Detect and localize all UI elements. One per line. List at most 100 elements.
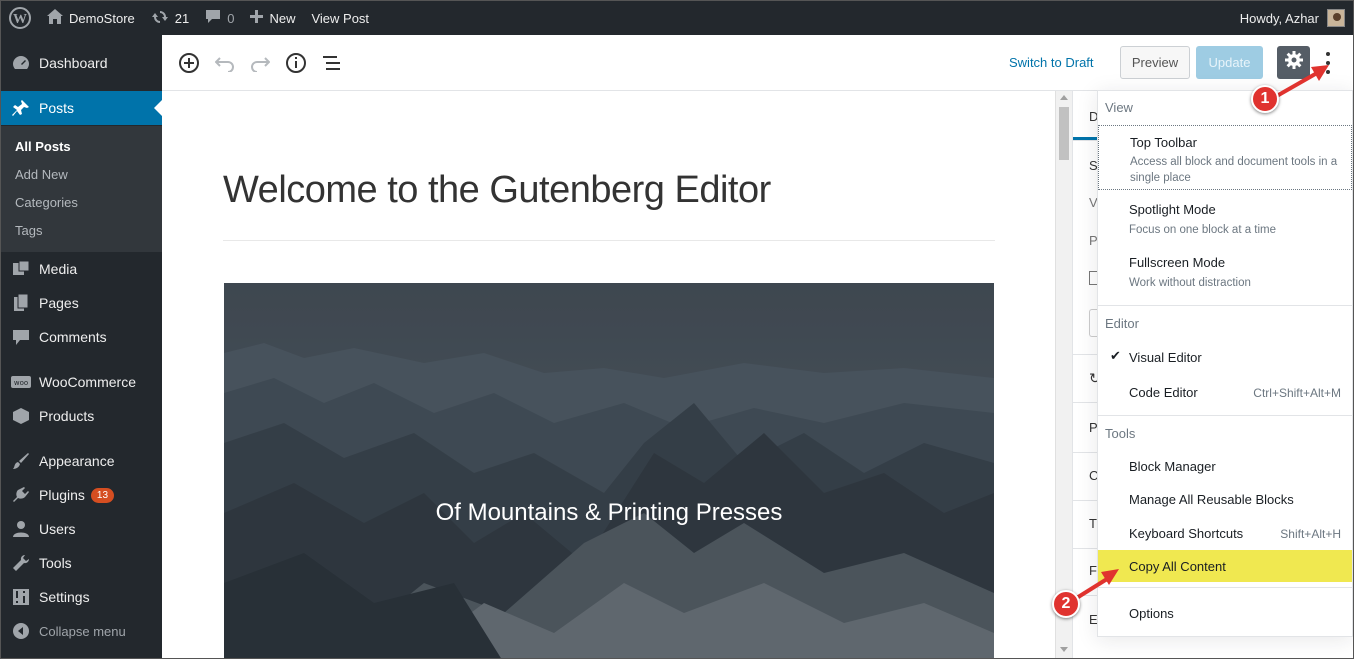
- code-editor-shortcut: Ctrl+Shift+Alt+M: [1253, 386, 1341, 400]
- comment-bubble-icon: [205, 9, 221, 27]
- menu-media[interactable]: Media: [1, 252, 162, 286]
- menu-label: Products: [39, 408, 95, 424]
- editor-canvas: Welcome to the Gutenberg Editor Of Mount…: [162, 91, 1055, 658]
- view-group-label: View: [1105, 100, 1133, 115]
- menu-pages[interactable]: Pages: [1, 286, 162, 320]
- settings-toggle-button[interactable]: [1277, 46, 1310, 79]
- admin-sidebar: Dashboard Posts All Posts Add New Catego…: [1, 35, 162, 658]
- editor-header: Switch to Draft Preview Update: [162, 35, 1353, 91]
- my-account[interactable]: Howdy, Azhar: [1240, 9, 1353, 27]
- keyboard-shortcuts-keys: Shift+Alt+H: [1280, 527, 1341, 541]
- reusable-blocks-label: Manage All Reusable Blocks: [1129, 492, 1294, 507]
- menu-item-spotlight-mode[interactable]: Spotlight Mode Focus on one block at a t…: [1098, 194, 1352, 244]
- preview-button[interactable]: Preview: [1120, 46, 1190, 79]
- svg-text:W: W: [13, 12, 27, 27]
- menu-item-block-manager[interactable]: Block Manager: [1098, 453, 1352, 483]
- menu-products[interactable]: Products: [1, 399, 162, 433]
- menu-appearance[interactable]: Appearance: [1, 444, 162, 478]
- visual-editor-label: Visual Editor: [1129, 350, 1202, 365]
- menu-divider: [1098, 415, 1352, 416]
- menu-label: Comments: [39, 329, 107, 345]
- brush-icon: [11, 451, 31, 471]
- menu-item-copy-all-content[interactable]: Copy All Content: [1098, 550, 1352, 582]
- redo-icon[interactable]: [248, 51, 272, 75]
- menu-label: Pages: [39, 295, 79, 311]
- wrench-icon: [11, 553, 31, 573]
- comments-link[interactable]: 0: [197, 1, 242, 35]
- menu-item-keyboard-shortcuts[interactable]: Keyboard Shortcuts Shift+Alt+H: [1098, 519, 1352, 549]
- block-manager-label: Block Manager: [1129, 459, 1216, 474]
- menu-label: Dashboard: [39, 55, 108, 71]
- copy-all-content-label: Copy All Content: [1129, 559, 1226, 574]
- update-button[interactable]: Update: [1196, 46, 1263, 79]
- menu-label: Settings: [39, 589, 90, 605]
- switch-to-draft-link[interactable]: Switch to Draft: [1009, 55, 1094, 70]
- menu-divider: [1098, 305, 1352, 306]
- updates-link[interactable]: 21: [143, 1, 197, 35]
- top-toolbar-title: Top Toolbar: [1130, 135, 1197, 150]
- updates-count: 21: [174, 10, 190, 26]
- menu-label: Media: [39, 261, 78, 277]
- checkmark-icon: ✔: [1110, 348, 1121, 363]
- menu-label: Plugins: [39, 487, 85, 503]
- menu-item-top-toolbar[interactable]: Top Toolbar Access all block and documen…: [1098, 125, 1352, 190]
- submenu-all-posts[interactable]: All Posts: [15, 139, 71, 154]
- menu-item-visual-editor[interactable]: ✔ Visual Editor: [1098, 343, 1352, 373]
- scroll-down-arrow-icon[interactable]: [1060, 647, 1068, 652]
- panel-tags-heading[interactable]: T: [1089, 516, 1097, 531]
- view-post-link[interactable]: View Post: [303, 1, 377, 35]
- menu-woocommerce[interactable]: woo WooCommerce: [1, 365, 162, 399]
- more-tools-dropdown: View Top Toolbar Access all block and do…: [1097, 90, 1353, 637]
- mountain-image: [224, 283, 994, 658]
- callout-badge-2: 2: [1052, 590, 1080, 618]
- cover-text[interactable]: Of Mountains & Printing Presses: [224, 499, 994, 527]
- posts-submenu: All Posts Add New Categories Tags: [1, 126, 162, 252]
- plugins-update-badge: 13: [90, 487, 115, 503]
- menu-item-reusable-blocks[interactable]: Manage All Reusable Blocks: [1098, 486, 1352, 516]
- submenu-add-new[interactable]: Add New: [15, 167, 68, 182]
- cover-block[interactable]: Of Mountains & Printing Presses: [224, 283, 994, 658]
- wordpress-logo-icon[interactable]: W: [1, 1, 39, 35]
- collapse-menu-button[interactable]: Collapse menu: [1, 614, 162, 648]
- submenu-tags[interactable]: Tags: [15, 223, 42, 238]
- plugin-icon: [11, 485, 31, 505]
- home-icon: [47, 9, 63, 27]
- fullscreen-description: Work without distraction: [1129, 277, 1251, 289]
- tools-group-label: Tools: [1105, 426, 1136, 441]
- add-block-icon[interactable]: [177, 51, 201, 75]
- collapse-arrow-icon: [11, 621, 31, 641]
- menu-comments[interactable]: Comments: [1, 320, 162, 354]
- code-editor-label: Code Editor: [1129, 385, 1198, 400]
- submenu-categories[interactable]: Categories: [15, 195, 78, 210]
- panel-featured-image-heading[interactable]: F: [1089, 563, 1097, 578]
- avatar: [1327, 9, 1345, 27]
- site-name-label: DemoStore: [69, 10, 135, 26]
- menu-dashboard[interactable]: Dashboard: [1, 46, 162, 80]
- scroll-up-arrow-icon[interactable]: [1060, 95, 1068, 100]
- callout-badge-1: 1: [1251, 85, 1279, 113]
- block-navigation-icon[interactable]: [320, 51, 344, 75]
- new-content-link[interactable]: New: [242, 1, 303, 35]
- pages-icon: [11, 293, 31, 313]
- comments-count: 0: [227, 10, 235, 26]
- info-icon[interactable]: [284, 51, 308, 75]
- options-label: Options: [1129, 606, 1174, 621]
- dot: [1326, 52, 1330, 57]
- menu-plugins[interactable]: Plugins 13: [1, 478, 162, 512]
- post-title[interactable]: Welcome to the Gutenberg Editor: [223, 169, 771, 212]
- fullscreen-title: Fullscreen Mode: [1129, 255, 1226, 270]
- scroll-thumb[interactable]: [1059, 107, 1069, 160]
- menu-posts[interactable]: Posts: [1, 91, 162, 125]
- menu-settings[interactable]: Settings: [1, 580, 162, 614]
- menu-tools[interactable]: Tools: [1, 546, 162, 580]
- menu-item-options[interactable]: Options: [1098, 599, 1352, 629]
- site-name-link[interactable]: DemoStore: [39, 1, 143, 35]
- more-tools-menu-button[interactable]: [1320, 50, 1336, 76]
- comment-icon: [11, 327, 31, 347]
- editor-scrollbar[interactable]: [1055, 91, 1072, 658]
- spotlight-title: Spotlight Mode: [1129, 202, 1216, 217]
- menu-item-fullscreen-mode[interactable]: Fullscreen Mode Work without distraction: [1098, 247, 1352, 297]
- menu-item-code-editor[interactable]: Code Editor Ctrl+Shift+Alt+M: [1098, 378, 1352, 408]
- menu-users[interactable]: Users: [1, 512, 162, 546]
- undo-icon[interactable]: [213, 51, 237, 75]
